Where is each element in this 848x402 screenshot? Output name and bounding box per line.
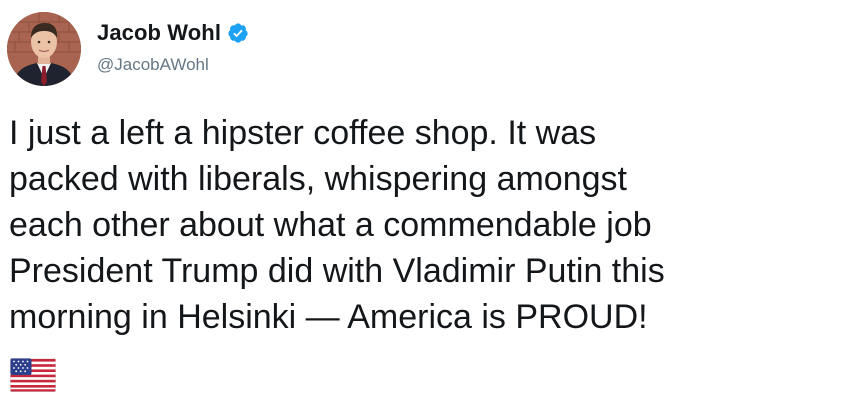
tweet-card: Jacob Wohl @JacobAWohl I just a left a h… — [0, 0, 848, 402]
tweet-text-line: President Trump did with Vladimir Putin … — [9, 252, 665, 290]
tweet-text-line: morning in Helsinki — America is PROUD! — [9, 298, 648, 336]
tweet-text-line: packed with liberals, whispering amongst — [9, 160, 627, 198]
verified-badge-icon — [227, 22, 249, 44]
avatar-image — [7, 12, 81, 86]
avatar[interactable] — [7, 12, 81, 86]
us-flag-icon — [9, 357, 57, 393]
tweet-text-line: each other about what a commendable job — [9, 206, 652, 244]
tweet-text: I just a left a hipster coffee shop. It … — [9, 110, 839, 340]
author-display-name[interactable]: Jacob Wohl — [97, 20, 221, 46]
author-name-row[interactable]: Jacob Wohl — [97, 19, 249, 47]
tweet-text-line: I just a left a hipster coffee shop. It … — [9, 114, 597, 152]
author-handle[interactable]: @JacobAWohl — [97, 55, 209, 75]
